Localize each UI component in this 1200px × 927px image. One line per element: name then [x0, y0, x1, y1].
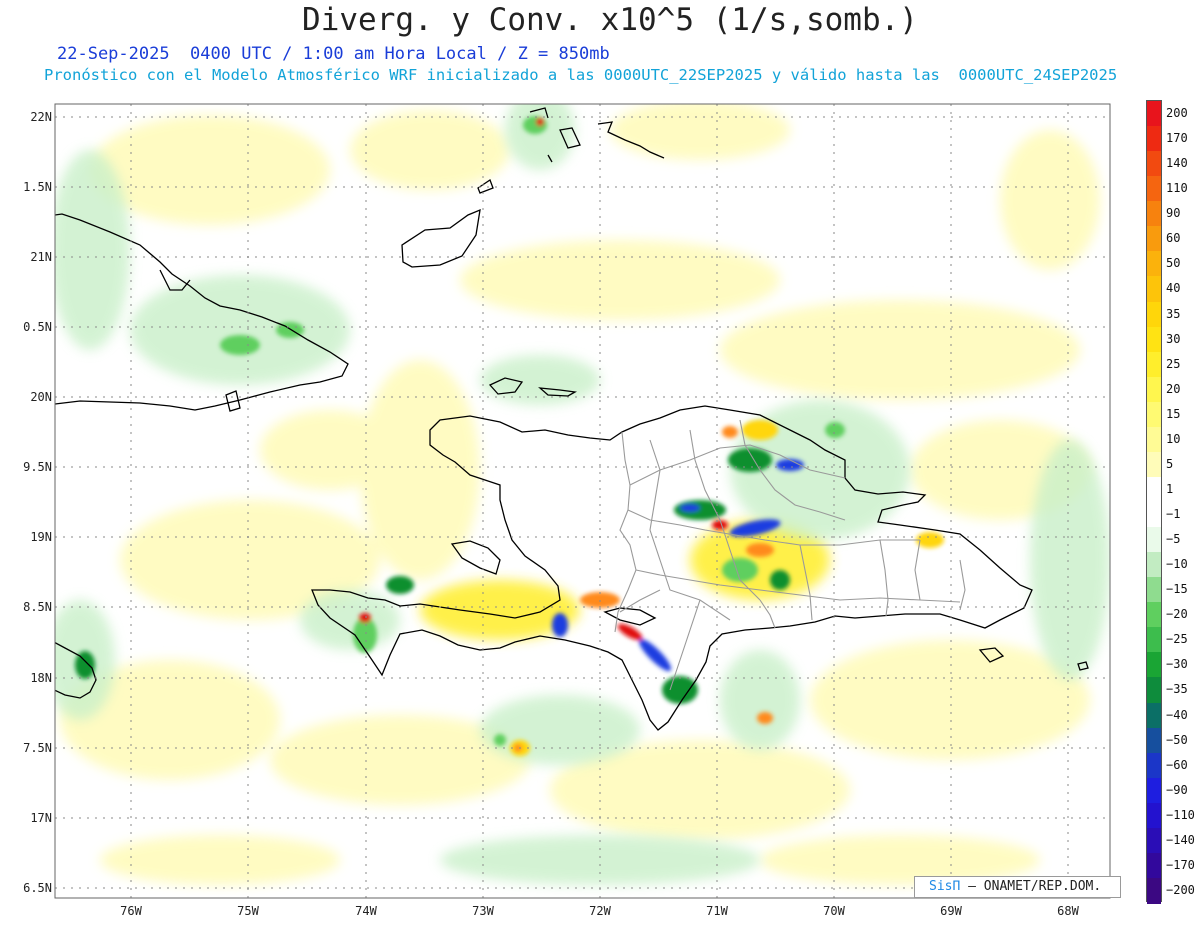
colorbar-label: −50 — [1166, 732, 1188, 747]
colorbar — [1146, 100, 1162, 904]
colorbar-label: 35 — [1166, 306, 1181, 321]
credit-box: SisΠ – ONAMET/REP.DOM. — [914, 876, 1121, 898]
lon-tick-label: 70W — [823, 904, 845, 918]
colorbar-segment — [1147, 802, 1161, 829]
colorbar-label: −170 — [1166, 857, 1195, 872]
lon-tick-label: 72W — [589, 904, 611, 918]
map-figure: 22N 1.5N 21N 0.5N 20N 9.5N 19N 8.5N 18N … — [23, 103, 1111, 918]
colorbar-segment — [1147, 852, 1161, 879]
colorbar-segment — [1147, 101, 1161, 127]
colorbar-segment — [1147, 426, 1161, 453]
colorbar-segment — [1147, 176, 1161, 202]
colorbar-segment — [1147, 376, 1161, 403]
longitude-axis: 76W 75W 74W 73W 72W 71W 70W 69W 68W — [120, 904, 1079, 918]
colorbar-label: −40 — [1166, 707, 1188, 722]
colorbar-segment — [1147, 351, 1161, 378]
colorbar-label: 40 — [1166, 281, 1181, 296]
lon-tick-label: 71W — [706, 904, 728, 918]
colorbar-label: −35 — [1166, 682, 1188, 697]
lat-tick-label: 19N — [30, 530, 52, 544]
colorbar-segment — [1147, 877, 1161, 904]
colorbar-label: −140 — [1166, 832, 1195, 847]
colorbar-label: 10 — [1166, 431, 1181, 446]
lat-tick-label: 22N — [30, 110, 52, 124]
lon-tick-label: 74W — [355, 904, 377, 918]
colorbar-label: 20 — [1166, 381, 1181, 396]
forecast-map-page: Diverg. y Conv. x10^5 (1/s,somb.) 22-Sep… — [0, 0, 1200, 927]
colorbar-label: −200 — [1166, 882, 1195, 897]
colorbar-segment — [1147, 126, 1161, 152]
colorbar-label: 170 — [1166, 131, 1188, 146]
colorbar-label: −1 — [1166, 507, 1181, 522]
colorbar-label: 50 — [1166, 256, 1181, 271]
lat-tick-label: 0.5N — [23, 320, 52, 334]
colorbar-segment — [1147, 151, 1161, 177]
lat-tick-label: 8.5N — [23, 600, 52, 614]
colorbar-label: −10 — [1166, 557, 1188, 572]
colorbar-label: 90 — [1166, 206, 1181, 221]
lat-tick-label: 21N — [30, 250, 52, 264]
colorbar-segment — [1147, 602, 1161, 628]
latitude-axis: 22N 1.5N 21N 0.5N 20N 9.5N 19N 8.5N 18N … — [23, 110, 52, 895]
colorbar-segment — [1147, 251, 1161, 277]
colorbar-label: −110 — [1166, 807, 1195, 822]
colorbar-label: −90 — [1166, 782, 1188, 797]
lat-tick-label: 20N — [30, 390, 52, 404]
colorbar-label: −25 — [1166, 632, 1188, 647]
colorbar-segment — [1147, 652, 1161, 678]
lon-tick-label: 69W — [940, 904, 962, 918]
lon-tick-label: 68W — [1057, 904, 1079, 918]
colorbar-segment — [1147, 752, 1161, 779]
colorbar-label: −20 — [1166, 607, 1188, 622]
sispi-logo: SisΠ — [929, 879, 961, 894]
colorbar-label: 15 — [1166, 406, 1181, 421]
colorbar-label: −5 — [1166, 532, 1181, 547]
lat-tick-label: 18N — [30, 671, 52, 685]
colorbar-label: 110 — [1166, 181, 1188, 196]
colorbar-label: 60 — [1166, 231, 1181, 246]
colorbar-segment — [1147, 476, 1161, 503]
colorbar-segment — [1147, 301, 1161, 328]
colorbar-label: 25 — [1166, 356, 1181, 371]
lat-tick-label: 6.5N — [23, 881, 52, 895]
lat-tick-label: 9.5N — [23, 460, 52, 474]
colorbar-segment — [1147, 527, 1161, 553]
lat-tick-label: 17N — [30, 811, 52, 825]
colorbar-label: 5 — [1166, 456, 1174, 471]
colorbar-label: 200 — [1166, 106, 1188, 121]
colorbar-segment — [1147, 627, 1161, 653]
lon-tick-label: 76W — [120, 904, 142, 918]
colorbar-label: −60 — [1166, 757, 1188, 772]
colorbar-segment — [1147, 226, 1161, 252]
colorbar-segment — [1147, 552, 1161, 578]
map-plot-area: 22N 1.5N 21N 0.5N 20N 9.5N 19N 8.5N 18N … — [23, 103, 1111, 918]
lat-tick-label: 1.5N — [23, 180, 52, 194]
credit-organization: – ONAMET/REP.DOM. — [968, 879, 1102, 894]
colorbar-segment — [1147, 451, 1161, 478]
colorbar-segment — [1147, 777, 1161, 804]
colorbar-label: −30 — [1166, 657, 1188, 672]
colorbar-segment — [1147, 401, 1161, 428]
colorbar-label: −15 — [1166, 582, 1188, 597]
colorbar-segment — [1147, 502, 1161, 528]
colorbar-segment — [1147, 276, 1161, 302]
colorbar-segment — [1147, 326, 1161, 353]
colorbar-segment — [1147, 702, 1161, 729]
colorbar-segment — [1147, 201, 1161, 227]
colorbar-label: 30 — [1166, 331, 1181, 346]
lon-tick-label: 73W — [472, 904, 494, 918]
colorbar-segment — [1147, 577, 1161, 603]
colorbar-segment — [1147, 727, 1161, 754]
colorbar-segment — [1147, 677, 1161, 703]
lat-tick-label: 7.5N — [23, 741, 52, 755]
colorbar-label: 140 — [1166, 156, 1188, 171]
colorbar-label: 1 — [1166, 481, 1174, 496]
colorbar-segment — [1147, 827, 1161, 854]
lon-tick-label: 75W — [237, 904, 259, 918]
